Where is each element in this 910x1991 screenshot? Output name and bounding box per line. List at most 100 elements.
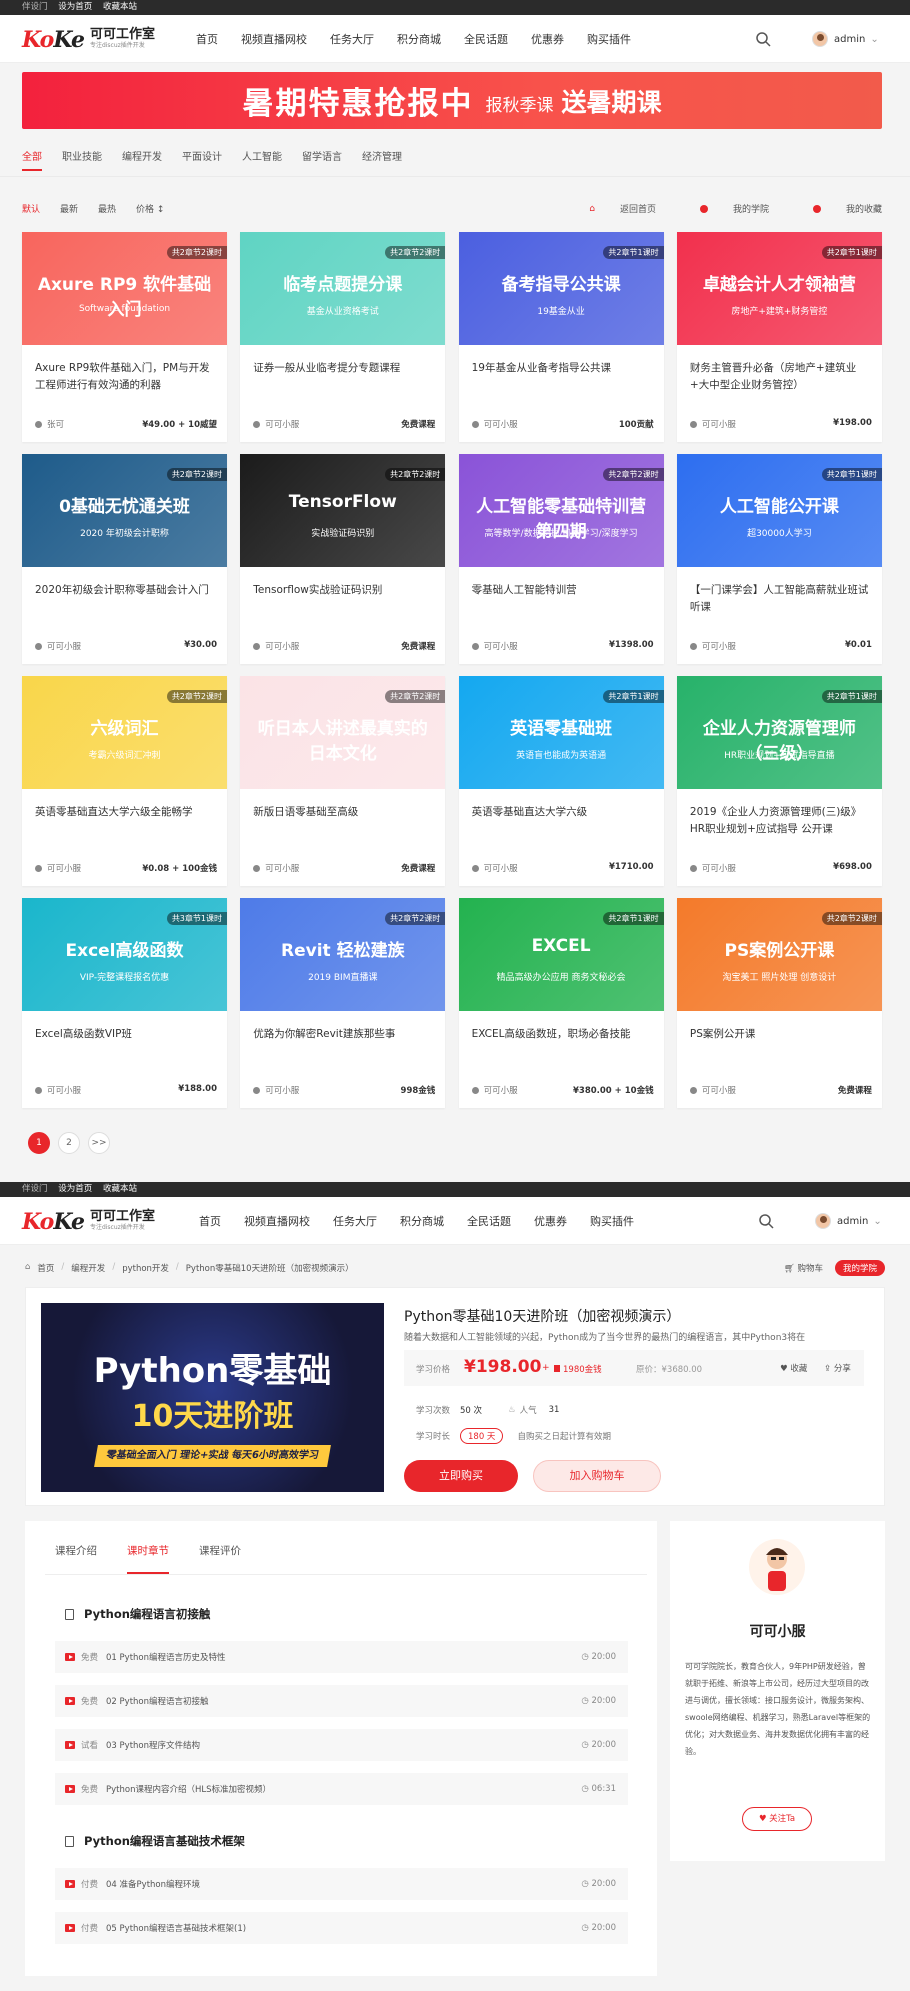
course-title[interactable]: 2019《企业人力资源管理师(三)级》HR职业规划+应试指导 公开课 <box>690 804 872 840</box>
lesson-row[interactable]: 免费 Python课程内容介绍（HLS标准加密视频） ◷ 06:31 <box>55 1773 628 1805</box>
category-item[interactable]: 人工智能 <box>242 148 282 171</box>
category-item[interactable]: 经济管理 <box>362 148 402 171</box>
site-logo[interactable]: KoKe 可可工作室 专注discuz插件开发 <box>22 1209 155 1235</box>
set-homepage-link[interactable]: 设为首页 <box>58 2 92 12</box>
course-title[interactable]: EXCEL高级函数班，职场必备技能 <box>472 1026 654 1062</box>
search-icon[interactable] <box>758 1213 774 1229</box>
nav-topics[interactable]: 全民话题 <box>467 1213 511 1229</box>
bookmark-link[interactable]: 收藏本站 <box>103 1184 137 1194</box>
course-card[interactable]: TensorFlow 实战验证码识别 共2章节2课时 Tensorflow实战验证码识… <box>240 454 446 664</box>
course-card[interactable]: 人工智能公开课 超30000人学习 共2章节1课时【一门课学会】人工智能高薪就业班试… <box>676 454 882 664</box>
course-thumbnail[interactable]: 人工智能公开课 超30000人学习 共2章节1课时 <box>676 454 882 567</box>
nav-home[interactable]: 首页 <box>196 31 218 47</box>
lesson-row[interactable]: 付费 04 准备Python编程环境 ◷ 20:00 <box>55 1868 628 1900</box>
sort-default[interactable]: 默认 <box>22 202 40 215</box>
course-card[interactable]: 备考指导公共课 19基金从业 共2章节1课时 19年基金从业备考指导公共课 可可小服 10… <box>458 232 664 442</box>
course-card[interactable]: 六级词汇 考霸六级词汇冲刺 共2章节2课时 英语零基础直达大学六级全能畅学 可可小服 ¥0… <box>22 676 227 886</box>
nav-points-mall[interactable]: 积分商城 <box>397 31 441 47</box>
course-thumbnail[interactable]: Excel高级函数 VIP-完整课程报名优惠 共3章节1课时 <box>22 898 227 1011</box>
course-thumbnail[interactable]: Axure RP9 软件基础入门 Software foundation 共2章节2… <box>22 232 227 345</box>
breadcrumb-home[interactable]: 首页 <box>37 1262 54 1274</box>
page-next[interactable]: >> <box>88 1132 110 1154</box>
course-title[interactable]: Tensorflow实战验证码识别 <box>253 582 435 618</box>
course-title[interactable]: 英语零基础直达大学六级全能畅学 <box>35 804 217 840</box>
category-item[interactable]: 编程开发 <box>122 148 162 171</box>
my-school-button[interactable]: 我的学院 <box>834 1260 885 1276</box>
course-title[interactable]: 证券一般从业临考提分专题课程 <box>253 360 435 396</box>
course-card[interactable]: 卓越会计人才领袖营 房地产+建筑+财务管控 共2章节1课时财务主管晋升必备（房地产+… <box>676 232 882 442</box>
user-menu[interactable]: admin ⌄ <box>812 31 879 47</box>
course-thumbnail[interactable]: 六级词汇 考霸六级词汇冲刺 共2章节2课时 <box>22 676 227 789</box>
lesson-row[interactable]: 免费 02 Python编程语言初接触 ◷ 20:00 <box>55 1685 628 1717</box>
course-thumbnail[interactable]: 临考点题提分课 基金从业资格考试 共2章节2课时 <box>240 232 446 345</box>
nav-video-school[interactable]: 视频直播网校 <box>244 1213 310 1229</box>
nav-buy-plugin[interactable]: 购买插件 <box>587 31 631 47</box>
user-menu[interactable]: admin ⌄ <box>815 1213 882 1229</box>
course-title[interactable]: Axure RP9软件基础入门，PM与开发工程师进行有效沟通的利器 <box>35 360 217 396</box>
course-title[interactable]: 优路为你解密Revit建族那些事 <box>253 1026 435 1062</box>
promo-banner[interactable]: 暑期特惠抢报中 报秋季课 送暑期课 <box>22 72 882 129</box>
course-thumbnail[interactable]: 企业人力资源管理师（三级） HR职业规划+应试指导直播 共2章节1课时 <box>676 676 882 789</box>
follow-button[interactable]: ♥ 关注Ta <box>742 1807 812 1831</box>
course-card[interactable]: PS案例公开课 淘宝美工 照片处理 创意设计 共2章节2课时 PS案例公开课 可可小服 免… <box>676 898 882 1108</box>
course-card[interactable]: 企业人力资源管理师（三级） HR职业规划+应试指导直播 共2章节1课时 2019《企业… <box>676 676 882 886</box>
buy-now-button[interactable]: 立即购买 <box>404 1460 518 1492</box>
category-item[interactable]: 平面设计 <box>182 148 222 171</box>
course-thumbnail[interactable]: 英语零基础班 英语盲也能成为英语通 共2章节1课时 <box>458 676 664 789</box>
topbar-link[interactable]: 伴设门 <box>22 2 48 12</box>
nav-coupons[interactable]: 优惠券 <box>534 1213 567 1229</box>
course-card[interactable]: 0基础无忧通关班 2020 年初级会计职称 共2章节2课时 2020年初级会计职称零基… <box>22 454 227 664</box>
sort-newest[interactable]: 最新 <box>60 202 78 215</box>
category-all[interactable]: 全部 <box>22 148 42 171</box>
course-title[interactable]: 新版日语零基础至高级 <box>253 804 435 840</box>
lesson-row[interactable]: 付费 05 Python编程语言基础技术框架(1) ◷ 20:00 <box>55 1912 628 1944</box>
tab-reviews[interactable]: 课程评价 <box>199 1543 241 1574</box>
course-title[interactable]: 2020年初级会计职称零基础会计入门 <box>35 582 217 618</box>
course-card[interactable]: 听日本人讲述最真实的日本文化 共2章节2课时 新版日语零基础至高级 可可小服 免费课程 <box>240 676 446 886</box>
my-school-link[interactable]: 我的学院 <box>678 202 769 215</box>
lesson-row[interactable]: 免费 01 Python编程语言历史及特性 ◷ 20:00 <box>55 1641 628 1673</box>
nav-tasks[interactable]: 任务大厅 <box>330 31 374 47</box>
course-thumbnail[interactable]: 卓越会计人才领袖营 房地产+建筑+财务管控 共2章节1课时 <box>676 232 882 345</box>
category-item[interactable]: 留学语言 <box>302 148 342 171</box>
course-thumbnail[interactable]: Revit 轻松建族 2019 BIM直播课 共2章节2课时 <box>240 898 446 1011</box>
course-thumbnail[interactable]: EXCEL 精品高级办公应用 商务文秘必会 共2章节1课时 <box>458 898 664 1011</box>
bookmark-link[interactable]: 收藏本站 <box>103 2 137 12</box>
course-thumbnail[interactable]: 备考指导公共课 19基金从业 共2章节1课时 <box>458 232 664 345</box>
sort-hottest[interactable]: 最热 <box>98 202 116 215</box>
share-button[interactable]: ⇪ 分享 <box>824 1362 851 1374</box>
course-title[interactable]: 财务主管晋升必备（房地产+建筑业+大中型企业财务管控） <box>690 360 872 396</box>
nav-coupons[interactable]: 优惠券 <box>531 31 564 47</box>
page-2[interactable]: 2 <box>58 1132 80 1154</box>
course-title[interactable]: 【一门课学会】人工智能高薪就业班试听课 <box>690 582 872 618</box>
course-title[interactable]: PS案例公开课 <box>690 1026 872 1062</box>
nav-points-mall[interactable]: 积分商城 <box>400 1213 444 1229</box>
course-thumbnail[interactable]: PS案例公开课 淘宝美工 照片处理 创意设计 共2章节2课时 <box>676 898 882 1011</box>
add-to-cart-button[interactable]: 加入购物车 <box>533 1460 661 1492</box>
site-logo[interactable]: KoKe 可可工作室 专注discuz插件开发 <box>22 27 155 53</box>
category-item[interactable]: 职业技能 <box>62 148 102 171</box>
set-homepage-link[interactable]: 设为首页 <box>58 1184 92 1194</box>
nav-buy-plugin[interactable]: 购买插件 <box>590 1213 634 1229</box>
nav-video-school[interactable]: 视频直播网校 <box>241 31 307 47</box>
course-card[interactable]: 临考点题提分课 基金从业资格考试 共2章节2课时 证券一般从业临考提分专题课程 可可小服… <box>240 232 446 442</box>
nav-topics[interactable]: 全民话题 <box>464 31 508 47</box>
nav-home[interactable]: 首页 <box>199 1213 221 1229</box>
breadcrumb-category[interactable]: 编程开发 <box>71 1262 105 1274</box>
cart-link[interactable]: 🛒︎ 购物车 <box>784 1262 823 1274</box>
course-card[interactable]: Excel高级函数 VIP-完整课程报名优惠 共3章节1课时 Excel高级函数VIP… <box>22 898 227 1108</box>
course-title[interactable]: 19年基金从业备考指导公共课 <box>472 360 654 396</box>
tab-intro[interactable]: 课程介绍 <box>55 1543 97 1574</box>
favorite-button[interactable]: ♥ 收藏 <box>780 1362 807 1374</box>
search-icon[interactable] <box>755 31 771 47</box>
course-thumbnail[interactable]: TensorFlow 实战验证码识别 共2章节2课时 <box>240 454 446 567</box>
my-favorites-link[interactable]: 我的收藏 <box>791 202 882 215</box>
back-home-link[interactable]: ⌂ 返回首页 <box>567 202 656 216</box>
tab-chapters[interactable]: 课时章节 <box>127 1543 169 1574</box>
page-1[interactable]: 1 <box>28 1132 50 1154</box>
course-thumbnail[interactable]: 听日本人讲述最真实的日本文化 共2章节2课时 <box>240 676 446 789</box>
course-card[interactable]: 英语零基础班 英语盲也能成为英语通 共2章节1课时 英语零基础直达大学六级 可可小服 ¥1… <box>458 676 664 886</box>
breadcrumb-subcategory[interactable]: python开发 <box>122 1262 169 1274</box>
course-card[interactable]: EXCEL 精品高级办公应用 商务文秘必会 共2章节1课时 EXCEL高级函数班，职场… <box>458 898 664 1108</box>
course-title[interactable]: 英语零基础直达大学六级 <box>472 804 654 840</box>
